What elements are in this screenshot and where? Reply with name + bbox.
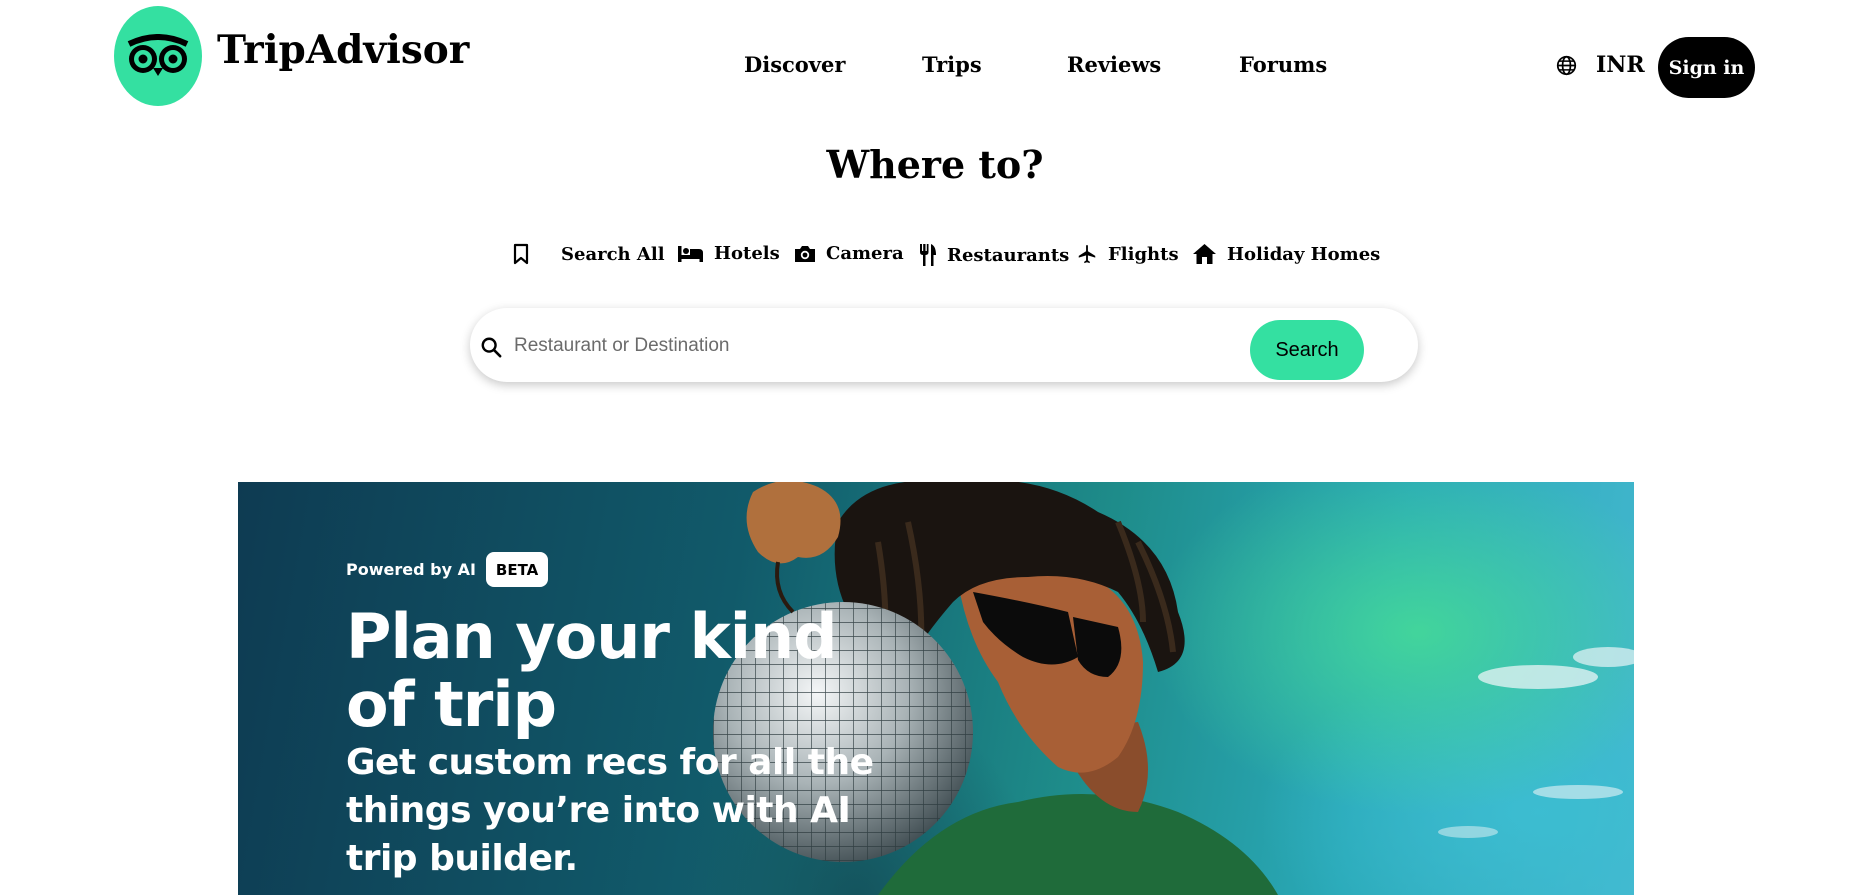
plane-icon [1078, 244, 1096, 264]
sign-in-button[interactable]: Sign in [1658, 37, 1755, 98]
banner-headline: Plan your kind of trip [346, 600, 838, 741]
bed-icon [678, 245, 703, 262]
tab-label: Flights [1108, 243, 1179, 265]
tab-label: Camera [826, 243, 904, 264]
tab-label: Restaurants [947, 244, 1070, 266]
search-icon [481, 337, 502, 358]
bookmark-icon [513, 243, 529, 265]
brand-logo-link[interactable]: TripAdvisor [114, 6, 469, 106]
tab-label: Holiday Homes [1227, 243, 1381, 265]
tab-search-all[interactable]: Search All [512, 243, 665, 265]
house-icon [1193, 244, 1216, 264]
tab-camera[interactable]: Camera [794, 243, 904, 264]
tab-label: Hotels [714, 243, 780, 264]
ai-trip-builder-banner[interactable]: Powered by AI BETA Plan your kind of tri… [238, 482, 1634, 895]
search-input[interactable] [512, 328, 1216, 364]
search-button[interactable]: Search [1250, 320, 1364, 380]
nav-reviews[interactable]: Reviews [1067, 52, 1161, 77]
globe-icon[interactable] [1556, 55, 1577, 76]
fork-knife-icon [920, 244, 936, 266]
currency-selector[interactable]: INR [1596, 52, 1645, 78]
brand-name: TripAdvisor [217, 27, 470, 73]
owl-logo-icon [114, 6, 202, 106]
nav-trips[interactable]: Trips [922, 52, 982, 77]
powered-label: Powered by AI [346, 560, 476, 579]
nav-forums[interactable]: Forums [1239, 52, 1327, 77]
tab-label: Search All [561, 243, 665, 265]
tab-holiday-homes[interactable]: Holiday Homes [1192, 243, 1380, 265]
banner-text: Powered by AI BETA Plan your kind of tri… [346, 552, 906, 883]
banner-subhead: Get custom recs for all the things you’r… [346, 742, 874, 879]
tab-restaurants[interactable]: Restaurants [919, 243, 1069, 267]
tab-flights[interactable]: Flights [1076, 243, 1179, 265]
nav-discover[interactable]: Discover [744, 52, 845, 77]
tab-hotels[interactable]: Hotels [677, 243, 780, 264]
page-title: Where to? [826, 142, 1044, 187]
powered-by-ai: Powered by AI BETA [346, 552, 906, 587]
search-bar: Search [470, 308, 1418, 382]
page: TripAdvisor Discover Trips Reviews Forum… [0, 0, 1854, 895]
beta-badge: BETA [485, 552, 549, 587]
camera-icon [795, 245, 815, 262]
